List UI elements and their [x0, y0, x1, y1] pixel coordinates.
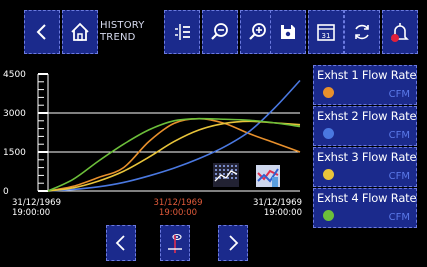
x-tick-date: 31/12/1969	[12, 198, 61, 208]
legend-list-icon	[175, 24, 190, 40]
trend-chart-svg: 4500300015000 31/12/196919:00:0031/12/19…	[3, 70, 302, 218]
home-button[interactable]	[62, 10, 98, 54]
alarm-button[interactable]	[382, 10, 418, 54]
x-tick-time: 19:00:00	[12, 208, 50, 218]
calendar-day-text: 31	[322, 32, 331, 40]
zoom-out-button[interactable]	[202, 10, 238, 54]
save-icon	[281, 25, 295, 39]
trend-pattern-icon[interactable]	[213, 163, 239, 187]
legend-list-button[interactable]	[164, 10, 200, 54]
grid-lines	[48, 112, 300, 153]
legend-item-exhst-1[interactable]: Exhst 1 Flow Rate CFM	[313, 65, 417, 105]
trend-chart-icon[interactable]	[256, 165, 280, 187]
back-icon	[36, 24, 46, 40]
legend-item-exhst-2[interactable]: Exhst 2 Flow Rate CFM	[313, 106, 417, 146]
calendar-button[interactable]: 31	[308, 10, 344, 54]
chevron-right-icon	[229, 235, 239, 251]
x-tick-time: 19:00:00	[159, 208, 197, 218]
bottom-nav	[0, 222, 427, 267]
series-color-dot	[323, 128, 334, 139]
series-color-dot	[323, 87, 334, 98]
calendar-icon: 31	[317, 24, 335, 41]
chevron-left-icon	[115, 235, 125, 251]
y-tick-label: 0	[3, 187, 9, 197]
zoom-out-icon	[211, 23, 228, 40]
save-button[interactable]	[270, 10, 306, 54]
scroll-right-button[interactable]	[218, 225, 248, 261]
cursor-toggle-button[interactable]	[160, 225, 190, 261]
toolbar: HISTORY TREND 31	[0, 0, 427, 65]
legend-item-label: Exhst 1 Flow Rate	[317, 68, 417, 82]
legend-item-exhst-3[interactable]: Exhst 3 Flow Rate CFM	[313, 147, 417, 187]
y-tick-label: 3000	[3, 109, 26, 119]
legend-unit: CFM	[388, 89, 410, 100]
refresh-button[interactable]	[344, 10, 380, 54]
legend-item-label: Exhst 4 Flow Rate	[317, 191, 417, 205]
page-title-line1: HISTORY	[100, 20, 145, 31]
refresh-icon	[355, 24, 369, 40]
series-color-dot	[323, 210, 334, 221]
legend-unit: CFM	[388, 171, 410, 182]
scroll-left-button[interactable]	[106, 225, 136, 261]
legend-item-label: Exhst 3 Flow Rate	[317, 150, 417, 164]
y-tick-label: 1500	[3, 148, 26, 158]
y-axis: 4500 3000 1500 0	[3, 70, 300, 197]
alarm-bell-icon	[391, 23, 409, 42]
zoom-in-icon	[249, 23, 266, 40]
x-tick-time: 19:00:00	[264, 208, 302, 218]
trend-chart[interactable]: 4500 3000 1500 0 31/12/1969 19:00:00 31/12/19…	[0, 65, 310, 225]
y-tick-label: 4500	[3, 70, 26, 80]
legend-item-label: Exhst 2 Flow Rate	[317, 109, 417, 123]
cursor-visibility-icon	[168, 233, 182, 253]
series-color-dot	[323, 169, 334, 180]
x-tick-date: 31/12/1969	[253, 198, 302, 208]
home-icon	[71, 22, 89, 41]
legend-unit: CFM	[388, 130, 410, 141]
x-tick-date: 31/12/1969	[154, 198, 203, 208]
page-title-line2: TREND	[100, 32, 136, 43]
x-axis: 31/12/196919:00:0031/12/196919:00:0031/1…	[12, 198, 302, 218]
page-title: HISTORY TREND	[98, 10, 164, 54]
back-button[interactable]	[24, 10, 60, 54]
notification-badge	[391, 34, 399, 42]
